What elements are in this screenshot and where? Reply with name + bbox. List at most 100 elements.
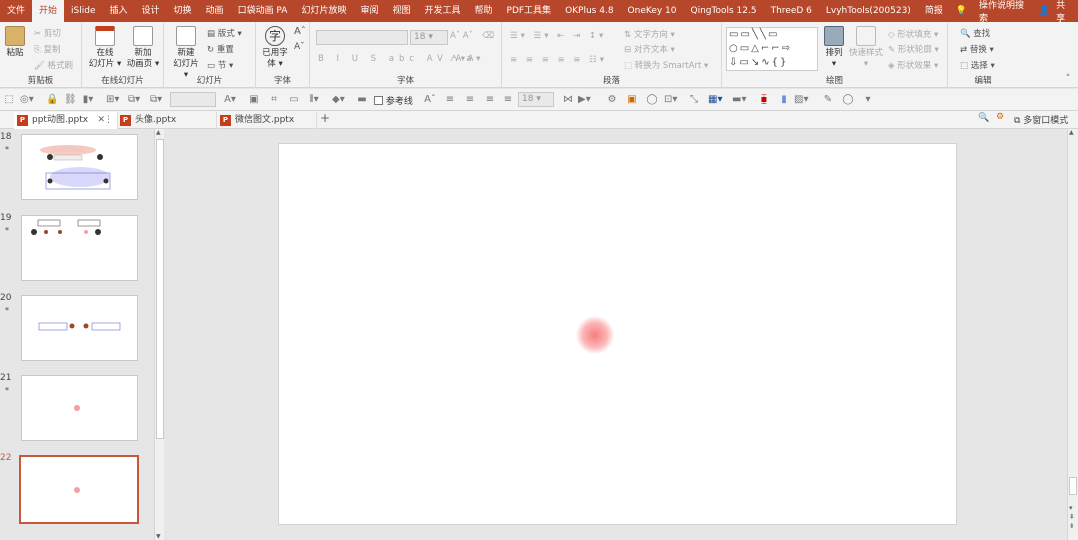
slide-thumbnail-22[interactable]: [19, 455, 139, 524]
play-icon[interactable]: ▶▾: [578, 94, 591, 105]
tab-view[interactable]: 视图: [385, 0, 417, 22]
tab-slideshow[interactable]: 幻灯片放映: [294, 0, 353, 22]
align-left-icon[interactable]: ≡: [444, 94, 456, 105]
pen-icon[interactable]: ✎: [822, 94, 834, 105]
shapes-gallery[interactable]: ▭▭╲╲▭ ○▭△⌐⌐⇨ ⇩▭↘∿{}: [726, 27, 818, 71]
link-icon[interactable]: ⛓: [64, 94, 77, 105]
crop-icon[interactable]: ⌗: [268, 94, 280, 105]
doc-tab-avatar[interactable]: P 头像.pptx: [117, 112, 217, 129]
list-buttons[interactable]: ☰▾ ☰▾ ⇤ ⇥ ↕▾: [510, 31, 606, 41]
arrange-button[interactable]: 排列 ▾: [822, 26, 846, 70]
picture-icon[interactable]: ▭: [288, 94, 300, 105]
settings-icon[interactable]: ⚙: [606, 94, 618, 105]
online-slides-button[interactable]: 在线 幻灯片 ▾: [88, 26, 122, 70]
tab-insert[interactable]: 插入: [103, 0, 135, 22]
clear-format-icon[interactable]: ⌫: [482, 31, 494, 41]
editor-scrollbar[interactable]: ▲ ▾ ⇞ ⇟: [1067, 129, 1078, 540]
align-buttons[interactable]: ≡ ≡ ≡ ≡ ≡ ☷▾: [510, 55, 607, 65]
resize-icon[interactable]: ⤡: [688, 94, 700, 105]
slide-thumbnail-19[interactable]: [21, 215, 138, 281]
collapse-ribbon-icon[interactable]: ˄: [1066, 74, 1070, 84]
align-text-button[interactable]: ⊟ 对齐文本 ▾: [624, 43, 675, 55]
replace-button[interactable]: ⇄ 替换 ▾: [960, 43, 994, 55]
circle-icon[interactable]: ◯: [646, 94, 658, 105]
multi-window-button[interactable]: ⧉ 多窗口模式: [1014, 113, 1068, 126]
shape-fill-button[interactable]: ◇ 形状填充 ▾: [888, 28, 938, 40]
doc-tab-ppt-gif[interactable]: P ppt动图.pptx ✕ ⋮: [14, 112, 118, 129]
more-icon[interactable]: ⋮: [104, 112, 113, 129]
justify-icon[interactable]: ≡: [502, 94, 514, 105]
tab-briefing[interactable]: 简报: [918, 0, 950, 22]
arrange-qat-icon[interactable]: ⫴▾: [308, 94, 320, 105]
scroll-up-icon[interactable]: ▲: [1069, 129, 1074, 136]
slide-thumbnail-21[interactable]: [21, 375, 138, 441]
editor-scroll-thumb[interactable]: [1069, 477, 1077, 495]
tab-help[interactable]: 帮助: [468, 0, 500, 22]
tell-me-search[interactable]: 操作说明搜索: [973, 0, 1033, 24]
new-slide-button[interactable]: 新建 幻灯片 ▾: [170, 26, 202, 81]
bar-icon[interactable]: ▮: [778, 94, 790, 105]
paste-button[interactable]: 粘贴: [3, 26, 27, 59]
tab-qingtools[interactable]: QingTools 12.5: [684, 0, 764, 22]
tab-okplus[interactable]: OKPlus 4.8: [558, 0, 620, 22]
qat-more-icon[interactable]: ▾: [862, 94, 874, 105]
tab-review[interactable]: 审阅: [353, 0, 385, 22]
quick-styles-button[interactable]: 快速样式 ▾: [848, 26, 884, 70]
align-icon[interactable]: ⊞▾: [106, 94, 119, 105]
pink-glow-dot[interactable]: [576, 316, 614, 354]
shape-effects-button[interactable]: ◈ 形状效果 ▾: [888, 59, 938, 71]
highlight-icon[interactable]: ▬: [356, 94, 368, 105]
font-size-combo[interactable]: 18 ▾: [410, 30, 448, 45]
copy-button[interactable]: ⎘ 复制: [34, 43, 61, 55]
distribute-icon[interactable]: ⧯: [758, 94, 770, 105]
layout-qat-icon[interactable]: ▬▾: [732, 94, 746, 105]
new-animation-page-button[interactable]: 新加 动画页 ▾: [126, 26, 160, 70]
group-icon[interactable]: ⧉▾: [128, 94, 140, 105]
tab-animations[interactable]: 动画: [199, 0, 231, 22]
gear-icon[interactable]: ⚙: [996, 112, 1004, 122]
cut-button[interactable]: ✂ 剪切: [34, 27, 61, 39]
qat-combo[interactable]: [170, 92, 216, 107]
share-button[interactable]: 共享: [1050, 0, 1078, 24]
shrink-font-icon[interactable]: Aˇ: [294, 42, 305, 52]
doc-tab-wechat[interactable]: P 微信图文.pptx: [217, 112, 317, 129]
image-qat-icon[interactable]: ▨▾: [794, 94, 808, 105]
font-style-qat-icon[interactable]: Aˆ: [424, 94, 436, 105]
lock-icon[interactable]: 🔒: [46, 94, 58, 105]
tab-transitions[interactable]: 切换: [167, 0, 199, 22]
thumbnail-scroll-thumb[interactable]: [156, 139, 164, 439]
tab-home[interactable]: 开始: [32, 0, 65, 22]
reset-button[interactable]: ↻ 重置: [207, 43, 234, 55]
shape-icon[interactable]: ◎▾: [20, 94, 34, 105]
tab-threed[interactable]: ThreeD 6: [764, 0, 819, 22]
prev-next-slide-icons[interactable]: ▾ ⇞ ⇟: [1069, 504, 1075, 531]
new-tab-button[interactable]: +: [320, 111, 330, 125]
shape-add-icon[interactable]: ⊡▾: [664, 94, 677, 105]
smartart-button[interactable]: ⬚ 转换为 SmartArt ▾: [624, 59, 708, 71]
find-button[interactable]: 🔍 查找: [960, 27, 990, 39]
table-icon[interactable]: ▦▾: [708, 94, 722, 105]
tab-pocket-animation[interactable]: 口袋动画 PA: [231, 0, 295, 22]
tab-onekey[interactable]: OneKey 10: [621, 0, 684, 22]
tab-developer[interactable]: 开发工具: [417, 0, 467, 22]
tab-islide[interactable]: iSlide: [64, 0, 102, 22]
current-slide-canvas[interactable]: [278, 143, 957, 525]
scroll-up-icon[interactable]: ▲: [156, 129, 161, 136]
tab-design[interactable]: 设计: [135, 0, 167, 22]
textbox-icon[interactable]: ▣: [248, 94, 260, 105]
grow-font-icon[interactable]: Aˆ: [294, 26, 306, 37]
layout-button[interactable]: ▤ 版式 ▾: [207, 27, 242, 39]
tab-pdf-tools[interactable]: PDF工具集: [500, 0, 559, 22]
slide-thumbnail-18[interactable]: [21, 134, 138, 200]
fill-color-icon[interactable]: ▮▾: [82, 94, 94, 105]
tab-file[interactable]: 文件: [0, 0, 32, 22]
used-fonts-button[interactable]: 字 已用字 体 ▾: [258, 26, 292, 70]
qat-font-size-combo[interactable]: 18 ▾: [518, 92, 554, 107]
font-name-combo[interactable]: [316, 30, 408, 45]
animation-icon[interactable]: ⋈: [562, 94, 574, 105]
scroll-down-icon[interactable]: ▼: [156, 533, 161, 540]
shape-outline-button[interactable]: ✎ 形状轮廓 ▾: [888, 43, 939, 55]
fill-bucket-icon[interactable]: ◆▾: [332, 94, 345, 105]
tab-lvyhtools[interactable]: LvyhTools(200523): [819, 0, 918, 22]
align-center-icon[interactable]: ≡: [464, 94, 476, 105]
